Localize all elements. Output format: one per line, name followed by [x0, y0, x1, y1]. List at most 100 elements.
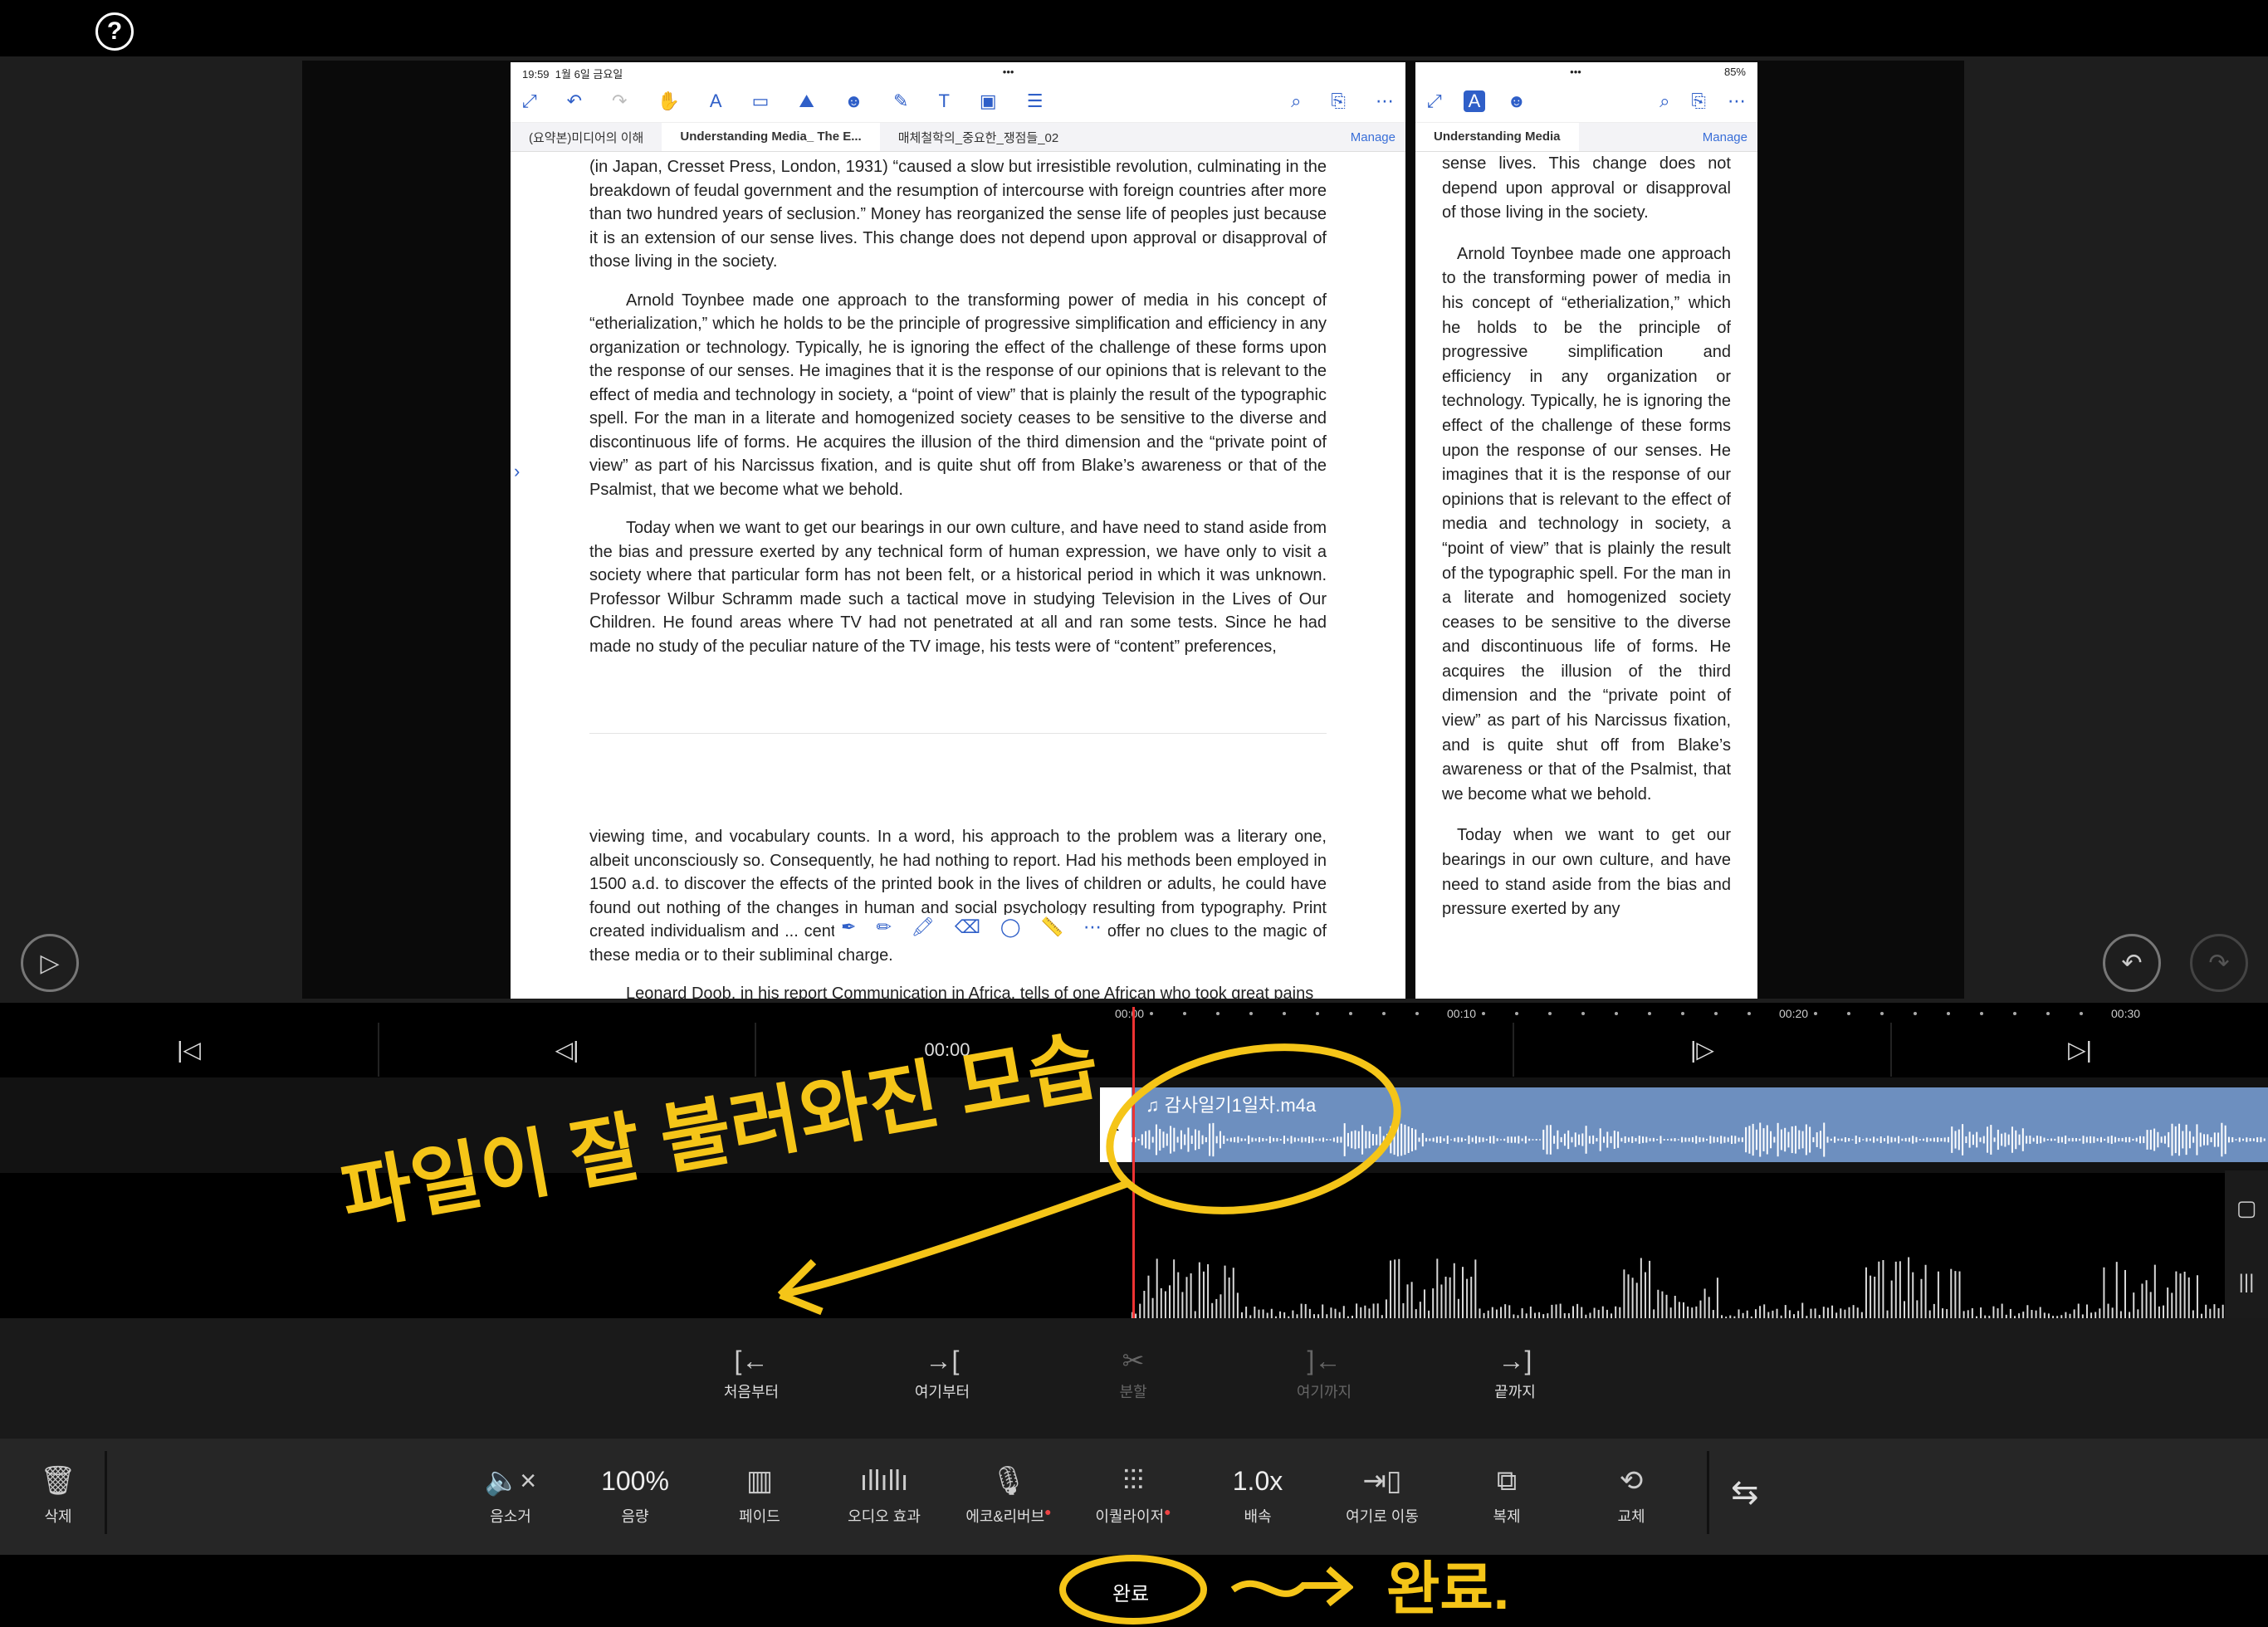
undo-icon[interactable]: ↶ [2103, 934, 2161, 992]
hand-icon[interactable]: ✋ [657, 90, 679, 112]
text-tool-icon[interactable]: A [1463, 90, 1486, 112]
doc-paragraph: Today when we want to get our bearings i… [1442, 826, 1731, 919]
trim-end-button[interactable]: →] 끝까지 [1457, 1341, 1573, 1402]
textbox-icon[interactable]: T [938, 90, 949, 112]
photo-icon[interactable]: ▣ [980, 90, 997, 112]
speed-button[interactable]: 1.0x 배속 [1195, 1457, 1320, 1527]
move-here-icon: ⇥▯ [1362, 1465, 1402, 1497]
trim-to-here-button[interactable]: ]← 여기까지 [1266, 1341, 1382, 1402]
pencil-icon[interactable]: ✏ [876, 916, 891, 938]
document-pane-right: ••• 85% ⤢ A ☻ ⌕ ⎘ ⋯ Understanding Media … [1415, 62, 1757, 999]
sticker-icon[interactable]: ☻ [1507, 90, 1526, 112]
battery-level: 85% [1723, 66, 1746, 78]
swap-icon[interactable]: ⇆ [1731, 1473, 1759, 1512]
sticker-icon[interactable]: ☻ [844, 90, 863, 112]
play-icon[interactable]: ▷ [21, 934, 79, 992]
delete-label: 삭제 [44, 1508, 72, 1525]
doc-paragraph: sense lives. This change does not depend… [1442, 154, 1731, 222]
multitask-dots-icon[interactable]: ••• [1570, 66, 1581, 78]
fullscreen-icon[interactable]: ⤢ [1427, 90, 1442, 112]
multitask-dots-icon[interactable]: ••• [1003, 66, 1014, 78]
pen-icon[interactable]: ✎ [893, 90, 908, 112]
annotation-done-note: 완료. [1386, 1556, 1510, 1621]
document-icon[interactable]: ☰ [1027, 90, 1044, 112]
notes-toolbar: ⤢ ↶ ↷ ✋ A ▭ ⛰ ☻ ✎ T ▣ ☰ ⌕ ⎘ ⋯ [511, 81, 1405, 123]
bookmark-icon[interactable]: ⎘ [1691, 90, 1706, 112]
tab-understanding-media[interactable]: Understanding Media_ The E... [662, 123, 880, 151]
eraser-icon[interactable]: ⌫ [955, 916, 980, 938]
redo-icon[interactable]: ↷ [2190, 934, 2248, 992]
volume-button[interactable]: 100% 음량 [573, 1457, 697, 1527]
replace-button[interactable]: ⟲ 교체 [1569, 1457, 1694, 1527]
tab-media-philosophy[interactable]: 매체철학의_중요한_쟁점들_02 [880, 129, 1078, 146]
ruler-dot [1714, 1012, 1718, 1015]
doc-paragraph: Arnold Toynbee made one approach to the … [589, 291, 1327, 499]
image-tool-icon[interactable]: ⛰ [799, 90, 814, 112]
trim-start-icon: [← [734, 1346, 769, 1375]
ruler-dot [1947, 1012, 1950, 1015]
redo-icon[interactable]: ↷ [612, 90, 627, 112]
skip-to-end-icon[interactable]: ▷| [1892, 1023, 2268, 1077]
page-next-icon[interactable]: › [514, 461, 520, 482]
doc-paragraph: Today when we want to get our bearings i… [589, 519, 1327, 656]
doc-paragraph: viewing time, and vocabulary counts. In … [589, 828, 1327, 965]
ruler-dot [1914, 1012, 1917, 1015]
echo-label: 에코&리버브 [965, 1508, 1045, 1525]
replace-icon: ⟲ [1619, 1465, 1644, 1497]
undo-icon[interactable]: ↶ [567, 90, 582, 112]
ruler-dot [1980, 1012, 1983, 1015]
audio-effect-button[interactable]: ıllıllı 오디오 효과 [822, 1457, 946, 1527]
trim-from-here-button[interactable]: →[ 여기부터 [884, 1341, 1000, 1402]
fade-button[interactable]: ▥ 페이드 [697, 1457, 822, 1527]
lasso-icon[interactable]: ◯ [1000, 916, 1021, 938]
trim-to-here-label: 여기까지 [1296, 1384, 1352, 1400]
waveform-effect-icon: ıllıllı [859, 1465, 909, 1497]
delete-button[interactable]: 🗑 삭제 [0, 1457, 120, 1527]
echo-reverb-button[interactable]: 🎙 에코&리버브● [946, 1457, 1071, 1527]
text-tool-icon[interactable]: A [710, 90, 722, 112]
mute-button[interactable]: 🔈× 음소거 [448, 1457, 573, 1527]
volume-label: 음량 [621, 1508, 649, 1525]
ruler-dot [1814, 1012, 1817, 1015]
search-icon[interactable]: ⌕ [1291, 90, 1301, 112]
more-icon[interactable]: ⋯ [1376, 90, 1394, 112]
help-icon[interactable]: ? [95, 12, 134, 51]
manage-link[interactable]: Manage [1351, 130, 1405, 144]
next-frame-icon[interactable]: |▷ [1514, 1023, 1890, 1077]
doc-paragraph: (in Japan, Cresset Press, London, 1931) … [589, 158, 1327, 271]
search-icon[interactable]: ⌕ [1659, 90, 1669, 112]
equalizer-button[interactable]: ⫶⫶⫶ 이퀄라이저● [1071, 1457, 1195, 1527]
document-body-right: sense lives. This change does not depend… [1415, 152, 1757, 922]
trim-from-here-icon: →[ [925, 1346, 960, 1375]
folder-icon[interactable]: ▢ [2225, 1170, 2268, 1245]
mute-label: 음소거 [490, 1508, 531, 1525]
split-button[interactable]: ✂ 분할 [1075, 1341, 1191, 1402]
equalizer-icon: ⫶⫶⫶ [1122, 1465, 1144, 1497]
ruler-icon[interactable]: 📏 [1041, 916, 1063, 938]
manage-link[interactable]: Manage [1703, 130, 1757, 144]
ruler-dot [1615, 1012, 1618, 1015]
select-rect-icon[interactable]: ▭ [752, 90, 770, 112]
fullscreen-icon[interactable]: ⤢ [522, 90, 537, 112]
trim-start-button[interactable]: [← 처음부터 [693, 1341, 809, 1402]
tab-summary[interactable]: (요약본)미디어의 이해 [511, 129, 662, 146]
ruler-dot [1482, 1012, 1485, 1015]
highlighter-icon[interactable]: 🖍 [912, 916, 935, 938]
waveform-toggle-icon[interactable]: ||| [2225, 1245, 2268, 1320]
ruler-dot [1648, 1012, 1651, 1015]
status-date: 1월 6일 금요일 [555, 68, 623, 81]
ruler-dot [1681, 1012, 1684, 1015]
duplicate-icon: ⧉ [1496, 1465, 1518, 1497]
split-label: 분할 [1119, 1384, 1147, 1400]
move-here-button[interactable]: ⇥▯ 여기로 이동 [1320, 1457, 1444, 1527]
fountain-pen-icon[interactable]: ✒ [841, 916, 856, 938]
tab-understanding-media[interactable]: Understanding Media [1415, 123, 1579, 151]
duplicate-button[interactable]: ⧉ 복제 [1444, 1457, 1569, 1527]
document-body: (in Japan, Cresset Press, London, 1931) … [511, 152, 1405, 999]
bookmark-icon[interactable]: ⎘ [1331, 90, 1346, 112]
page-break [589, 733, 1327, 825]
more-icon[interactable]: ⋯ [1728, 90, 1746, 112]
tick-label: 00:10 [1447, 1007, 1477, 1020]
palette-more-icon[interactable]: ⋯ [1083, 916, 1102, 938]
trim-start-label: 처음부터 [723, 1384, 780, 1400]
